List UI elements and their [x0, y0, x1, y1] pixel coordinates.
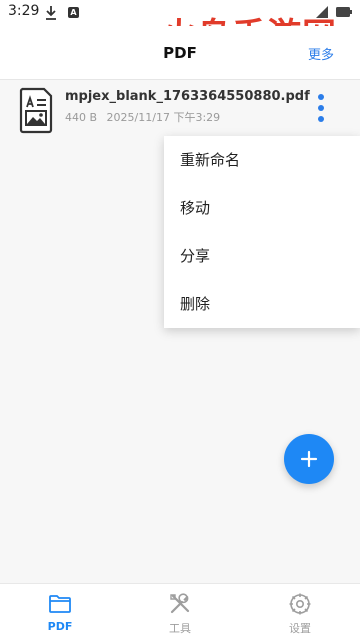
folder-icon [49, 595, 71, 613]
context-menu: 重新命名 移动 分享 删除 [164, 136, 360, 328]
more-button[interactable]: 更多 [308, 44, 334, 63]
nav-label-settings: 设置 [289, 622, 311, 635]
menu-item-share[interactable]: 分享 [164, 232, 360, 280]
plus-icon [300, 450, 318, 468]
file-list-item[interactable]: mpjex_blank_1763364550880.pdf 440 B 2025… [0, 82, 360, 140]
app-header: PDF 更多 [0, 26, 360, 80]
file-size: 440 B [65, 111, 98, 124]
download-icon [46, 6, 56, 20]
more-options-icon[interactable] [312, 92, 330, 124]
nav-label-tools: 工具 [169, 622, 191, 635]
page-title: PDF [163, 44, 197, 62]
settings-icon [289, 593, 311, 615]
nav-label-pdf: PDF [47, 620, 73, 633]
nav-item-tools[interactable]: 工具 [120, 584, 240, 639]
pdf-file-icon [19, 87, 53, 134]
status-time: 3:29 [8, 3, 40, 19]
file-meta: 440 B 2025/11/17 下午3:29 [65, 109, 226, 125]
nav-item-settings[interactable]: 设置 [240, 584, 360, 639]
file-name: mpjex_blank_1763364550880.pdf [65, 89, 310, 104]
menu-item-rename[interactable]: 重新命名 [164, 136, 360, 184]
file-date: 2025/11/17 下午3:29 [106, 111, 221, 124]
nav-item-pdf[interactable]: PDF [0, 584, 120, 639]
bottom-nav: PDF 工具 设置 [0, 583, 360, 639]
add-button[interactable] [284, 434, 334, 484]
status-a-icon: A [68, 7, 79, 18]
menu-item-move[interactable]: 移动 [164, 184, 360, 232]
menu-item-delete[interactable]: 删除 [164, 280, 360, 328]
tools-icon [170, 593, 190, 614]
